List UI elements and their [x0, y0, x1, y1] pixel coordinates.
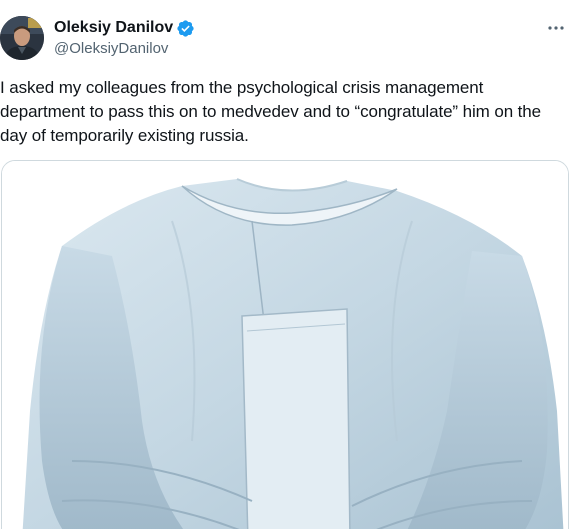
- author-name-row: Oleksiy Danilov: [54, 18, 195, 38]
- straitjacket-image: [2, 161, 568, 529]
- author-handle[interactable]: @OleksiyDanilov: [54, 40, 195, 57]
- tweet-media[interactable]: [1, 160, 569, 529]
- verified-badge-icon: [176, 19, 195, 38]
- author-info: Oleksiy Danilov @OleksiyDanilov: [54, 18, 195, 57]
- author-avatar[interactable]: [0, 16, 44, 60]
- tweet-text: I asked my colleagues from the psycholog…: [0, 78, 542, 145]
- avatar-image: [0, 16, 44, 60]
- author-display-name[interactable]: Oleksiy Danilov: [54, 19, 173, 37]
- tweet-card: Oleksiy Danilov @OleksiyDanilov I asked …: [0, 0, 578, 529]
- tweet-header: Oleksiy Danilov @OleksiyDanilov: [0, 0, 578, 70]
- more-options-icon[interactable]: [544, 18, 568, 38]
